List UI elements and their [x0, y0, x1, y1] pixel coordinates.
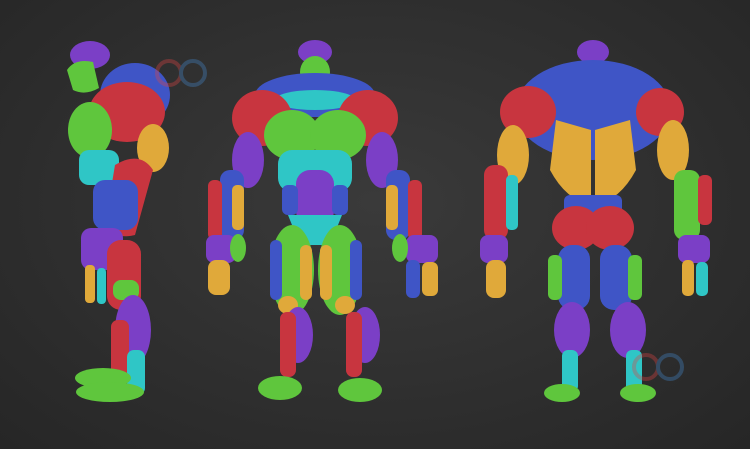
- forearm-right-yellow: [386, 185, 398, 230]
- forearm-left-yellow: [232, 185, 244, 230]
- hand-right-cyan: [696, 262, 708, 296]
- outer-thigh-left-green: [548, 255, 562, 300]
- calf-left-purple: [554, 302, 590, 358]
- inner-thigh-right-yellow: [320, 245, 332, 300]
- shin-left-red: [280, 312, 296, 377]
- wrist-right-purple: [678, 235, 710, 263]
- watermark-top: [155, 58, 211, 92]
- outer-thigh-right-green: [628, 255, 642, 300]
- hand-yellow: [85, 265, 95, 303]
- hand-cyan: [97, 268, 106, 304]
- outer-thigh-left-blue: [270, 240, 282, 300]
- forearm-right-green: [674, 170, 700, 240]
- wrist-left-purple: [480, 235, 508, 263]
- thigh-left-blue: [558, 245, 590, 310]
- thigh-right-blue: [600, 245, 632, 310]
- wrist-right-purple: [406, 235, 438, 263]
- foot-right-green: [620, 384, 656, 402]
- forearm-left-red: [208, 180, 222, 240]
- foot-left-green: [544, 384, 580, 402]
- lat-left-blue: [282, 185, 298, 215]
- outer-thigh-right-blue: [350, 240, 362, 300]
- foot-right-green: [338, 378, 382, 402]
- foot-green-front: [76, 382, 144, 402]
- calf-right-purple: [610, 302, 646, 358]
- knee-right-yellow: [335, 296, 355, 314]
- hip-blue: [93, 180, 138, 230]
- thumb-left-green: [230, 234, 246, 262]
- inner-thigh-left-yellow: [300, 245, 312, 300]
- figure-front-view: [206, 40, 438, 402]
- glute-right-red: [586, 206, 634, 250]
- forearm-left-red: [484, 165, 508, 240]
- lat-right-yellow: [595, 120, 636, 205]
- shin-right-red: [346, 312, 362, 377]
- figure-back-view: [480, 40, 712, 402]
- lat-left-yellow: [550, 120, 591, 205]
- circle-logo-icon: [155, 59, 207, 87]
- chest-green: [68, 102, 112, 158]
- circle-logo-icon: [632, 353, 684, 381]
- forearm-right-red: [408, 180, 422, 240]
- hand-right-yellow: [682, 260, 694, 296]
- render-viewport: [0, 0, 750, 449]
- hand-left-yellow: [208, 260, 230, 295]
- lat-right-blue: [332, 185, 348, 215]
- forearm-right-red: [698, 175, 712, 225]
- watermark-bottom: [632, 352, 688, 386]
- hand-right-blue: [406, 260, 420, 298]
- forearm-left-cyan: [506, 175, 518, 230]
- hand-right-yellow: [422, 262, 438, 296]
- hand-left-yellow: [486, 260, 506, 298]
- thumb-right-green: [392, 234, 408, 262]
- foot-left-green: [258, 376, 302, 400]
